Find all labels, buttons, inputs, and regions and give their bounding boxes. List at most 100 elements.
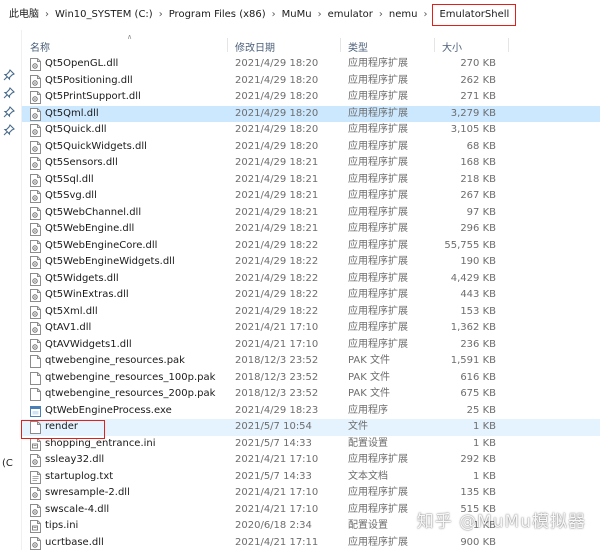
file-date: 2021/4/21 17:10: [235, 503, 319, 515]
pin-icon[interactable]: [3, 69, 15, 81]
file-size: 1 KB: [473, 437, 496, 449]
file-date: 2021/4/29 18:20: [235, 74, 319, 86]
file-row[interactable]: Qt5Quick.dll 2021/4/29 18:20 应用程序扩展 3,105 K…: [22, 122, 600, 139]
file-row[interactable]: QtAV1.dll 2021/4/21 17:10 应用程序扩展 1,362 KB: [22, 320, 600, 337]
file-row[interactable]: Qt5QuickWidgets.dll 2021/4/29 18:20 应用程序扩展…: [22, 139, 600, 156]
breadcrumb-item[interactable]: Win10_SYSTEM (C:): [52, 0, 156, 30]
file-row[interactable]: Qt5Qml.dll 2021/4/29 18:20 应用程序扩展 3,279 KB: [22, 105, 600, 122]
breadcrumb: 此电脑 › Win10_SYSTEM (C:) › Program Files (x86…: [0, 0, 600, 30]
file-size: 25 KB: [466, 404, 496, 416]
column-date-header[interactable]: 修改日期: [235, 39, 275, 54]
file-name: qtwebengine_resources_100p.pak: [45, 371, 216, 383]
file-row[interactable]: Qt5Widgets.dll 2021/4/29 18:22 应用程序扩展 4,429…: [22, 271, 600, 288]
nav-item-drive-label[interactable]: (C: [2, 458, 13, 469]
file-name: Qt5Sql.dll: [45, 173, 94, 185]
file-row[interactable]: QtAVWidgets1.dll 2021/4/21 17:10 应用程序扩展 236…: [22, 337, 600, 354]
dll-file-icon: [30, 157, 41, 170]
column-name-header[interactable]: 名称: [30, 39, 50, 54]
column-size-header[interactable]: 大小: [442, 39, 462, 54]
file-row[interactable]: ucrtbase.dll 2021/4/21 17:11 应用程序扩展 900 KB: [22, 535, 600, 550]
file-name: Qt5WebEngine.dll: [45, 223, 135, 234]
breadcrumb-item[interactable]: Program Files (x86): [166, 0, 269, 30]
file-date: 2021/4/29 18:20: [235, 124, 319, 135]
file-row[interactable]: shopping_entrance.ini 2021/5/7 14:33 配置设置 1…: [22, 436, 600, 453]
file-type: 配置设置: [348, 437, 388, 449]
file-size: 1,591 KB: [450, 355, 496, 366]
chevron-right-icon[interactable]: ›: [156, 0, 166, 30]
breadcrumb-item[interactable]: 此电脑: [6, 0, 42, 30]
file-name: ssleay32.dll: [45, 454, 105, 465]
file-type: 应用程序扩展: [348, 454, 408, 465]
breadcrumb-item[interactable]: nemu: [386, 0, 421, 30]
column-divider[interactable]: [340, 38, 341, 52]
file-row[interactable]: QtWebEngineProcess.exe 2021/4/29 18:23 应用程…: [22, 403, 600, 420]
file-row[interactable]: ssleay32.dll 2021/4/21 17:10 应用程序扩展 292 KB: [22, 452, 600, 469]
file-row[interactable]: Qt5PrintSupport.dll 2021/4/29 18:20 应用程序扩展…: [22, 89, 600, 106]
file-date: 2021/4/29 18:20: [235, 58, 319, 69]
file-row[interactable]: Qt5WebEngine.dll 2021/4/29 18:21 应用程序扩展 296…: [22, 221, 600, 238]
file-type: 应用程序扩展: [348, 536, 408, 548]
breadcrumb-item[interactable]: emulator: [325, 0, 376, 30]
text-file-icon: [30, 470, 41, 484]
file-name: startuplog.txt: [45, 470, 114, 482]
file-row[interactable]: Qt5Svg.dll 2021/4/29 18:21 应用程序扩展 267 KB: [22, 188, 600, 205]
file-type: 应用程序扩展: [348, 58, 408, 69]
file-row[interactable]: render 2021/5/7 10:54 文件 1 KB: [22, 419, 600, 436]
column-type-header[interactable]: 类型: [348, 39, 368, 54]
file-name: Qt5Xml.dll: [45, 305, 98, 317]
file-type: 应用程序扩展: [348, 173, 408, 185]
document-file-icon: [30, 388, 41, 401]
file-row[interactable]: Qt5Sql.dll 2021/4/29 18:21 应用程序扩展 218 KB: [22, 172, 600, 189]
file-size: 262 KB: [460, 74, 496, 86]
ini-file-icon: [30, 437, 41, 451]
file-explorer-window: 此电脑 › Win10_SYSTEM (C:) › Program Files (x86…: [0, 0, 600, 550]
dll-file-icon: [30, 74, 41, 88]
file-row[interactable]: Qt5WebChannel.dll 2021/4/29 18:21 应用程序扩展 97…: [22, 205, 600, 222]
chevron-right-icon[interactable]: ›: [420, 0, 430, 30]
pin-icon[interactable]: [3, 124, 15, 136]
column-divider[interactable]: [227, 38, 228, 52]
file-type: PAK 文件: [348, 355, 390, 366]
breadcrumb-item[interactable]: MuMu: [279, 0, 315, 30]
file-date: 2021/4/21 17:10: [235, 454, 319, 465]
file-type: 应用程序扩展: [348, 503, 408, 515]
document-file-icon: [30, 371, 41, 385]
file-row[interactable]: qtwebengine_resources_100p.pak 2018/12/3 …: [22, 370, 600, 387]
pin-icon[interactable]: [3, 106, 15, 118]
file-date: 2018/12/3 23:52: [235, 371, 319, 383]
file-size: 68 KB: [466, 140, 496, 152]
file-name: Qt5Quick.dll: [45, 124, 107, 135]
file-row[interactable]: Qt5Positioning.dll 2021/4/29 18:20 应用程序扩展 2…: [22, 73, 600, 90]
chevron-right-icon[interactable]: ›: [42, 0, 52, 30]
file-size: 900 KB: [460, 536, 496, 548]
chevron-right-icon[interactable]: ›: [315, 0, 325, 30]
file-type: 应用程序扩展: [348, 74, 408, 86]
file-row[interactable]: Qt5WinExtras.dll 2021/4/29 18:22 应用程序扩展 443…: [22, 287, 600, 304]
chevron-right-icon[interactable]: ›: [269, 0, 279, 30]
file-size: 270 KB: [460, 58, 496, 69]
file-row[interactable]: Qt5WebEngineWidgets.dll 2021/4/29 18:22 应用…: [22, 254, 600, 271]
file-row[interactable]: Qt5OpenGL.dll 2021/4/29 18:20 应用程序扩展 270 KB: [22, 56, 600, 73]
file-type: 应用程序扩展: [348, 305, 408, 317]
file-name: swresample-2.dll: [45, 487, 130, 498]
file-date: 2021/5/7 14:33: [235, 437, 312, 449]
file-size: 1 KB: [473, 470, 496, 482]
column-divider[interactable]: [434, 38, 435, 52]
file-name: Qt5OpenGL.dll: [45, 58, 119, 69]
file-row[interactable]: Qt5Xml.dll 2021/4/29 18:22 应用程序扩展 153 KB: [22, 304, 600, 321]
file-type: 应用程序扩展: [348, 272, 408, 284]
column-divider[interactable]: [508, 38, 509, 52]
file-row[interactable]: Qt5Sensors.dll 2021/4/29 18:21 应用程序扩展 168 K…: [22, 155, 600, 172]
breadcrumb-current[interactable]: EmulatorShell: [432, 4, 517, 26]
file-size: 296 KB: [460, 223, 496, 234]
file-row[interactable]: swresample-2.dll 2021/4/21 17:10 应用程序扩展 135…: [22, 485, 600, 502]
file-name: QtAV1.dll: [45, 322, 92, 333]
file-list: Qt5OpenGL.dll 2021/4/29 18:20 应用程序扩展 270 KB…: [22, 56, 600, 550]
pin-icon[interactable]: [3, 87, 15, 99]
file-row[interactable]: qtwebengine_resources_200p.pak 2018/12/3 …: [22, 386, 600, 403]
file-row[interactable]: Qt5WebEngineCore.dll 2021/4/29 18:22 应用程序扩…: [22, 238, 600, 255]
chevron-right-icon[interactable]: ›: [376, 0, 386, 30]
file-row[interactable]: startuplog.txt 2021/5/7 14:33 文本文档 1 KB: [22, 469, 600, 486]
file-size: 292 KB: [460, 454, 496, 465]
file-row[interactable]: qtwebengine_resources.pak 2018/12/3 23:52…: [22, 353, 600, 370]
